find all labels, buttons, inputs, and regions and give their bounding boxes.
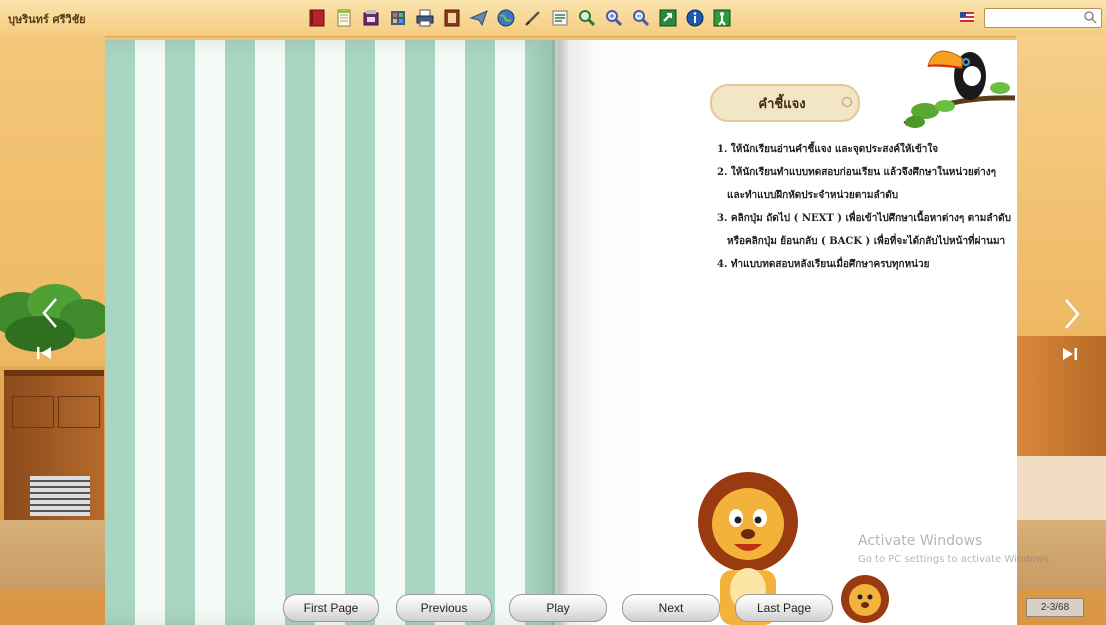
- instruction-line: 2. ให้นักเรียนทำแบบทดสอบก่อนเรียน แล้วจึ…: [717, 167, 997, 178]
- globe-icon[interactable]: [494, 6, 518, 30]
- drawer: [12, 396, 54, 428]
- us-flag-icon[interactable]: [960, 12, 974, 22]
- instruction-line: และทำแบบฝึกหัดประจำหน่วยตามลำดับ: [727, 190, 899, 201]
- magnifier-icon[interactable]: [1083, 10, 1097, 24]
- print-icon[interactable]: [413, 6, 437, 30]
- left-page[interactable]: [105, 40, 560, 625]
- drawer: [58, 396, 100, 428]
- zoom-in-icon[interactable]: [602, 6, 626, 30]
- author-name: บุษรินทร์ ศรีวิชัย: [8, 13, 86, 26]
- next-button[interactable]: Next: [622, 594, 720, 622]
- book-spine: [552, 40, 568, 625]
- skip-to-first-icon[interactable]: [36, 346, 52, 360]
- previous-button[interactable]: Previous: [396, 594, 492, 622]
- toolbar-icons: [305, 6, 734, 30]
- title-badge: คำชี้แจง: [710, 84, 860, 122]
- bookmark-icon[interactable]: [386, 6, 410, 30]
- first-page-button[interactable]: First Page: [283, 594, 379, 622]
- chevron-right-icon[interactable]: [1060, 296, 1084, 332]
- search-input[interactable]: [984, 8, 1102, 28]
- instruction-line: หรือคลิกปุ่ม ย้อนกลับ ( BACK ) เพื่อที่จ…: [727, 236, 1006, 247]
- note-icon[interactable]: [332, 6, 356, 30]
- small-lion-icon: [841, 575, 889, 623]
- info-icon[interactable]: [683, 6, 707, 30]
- book-icon[interactable]: [305, 6, 329, 30]
- text-icon[interactable]: [548, 6, 572, 30]
- page-title: คำชี้แจง: [758, 97, 806, 112]
- exit-icon[interactable]: [710, 6, 734, 30]
- instruction-line: 1. ให้นักเรียนอ่านคำชี้แจง และจุดประสงค์…: [717, 144, 939, 155]
- table-of-contents-icon[interactable]: [440, 6, 464, 30]
- fullscreen-icon[interactable]: [656, 6, 680, 30]
- pen-icon[interactable]: [521, 6, 545, 30]
- wall: [1016, 36, 1106, 336]
- shop-icon[interactable]: [359, 6, 383, 30]
- top-toolbar: บุษรินทร์ ศรีวิชัย: [0, 0, 1106, 37]
- activate-windows-subtitle: Go to PC settings to activate Windows.: [858, 554, 1053, 565]
- instruction-line: 3. คลิกปุ่ม ถัดไป ( NEXT ) เพื่อเข้าไปศึ…: [717, 213, 1011, 224]
- wood-panel: [1016, 336, 1106, 456]
- chevron-left-icon[interactable]: [38, 295, 62, 331]
- skip-to-last-icon[interactable]: [1062, 347, 1078, 361]
- last-page-button[interactable]: Last Page: [735, 594, 833, 622]
- circle-icon: [842, 97, 852, 107]
- send-icon[interactable]: [467, 6, 491, 30]
- activate-windows-title: Activate Windows: [858, 533, 983, 549]
- zoom-out-icon[interactable]: [629, 6, 653, 30]
- play-button[interactable]: Play: [509, 594, 607, 622]
- instructions: 1. ให้นักเรียนอ่านคำชี้แจง และจุดประสงค์…: [717, 138, 1017, 276]
- toucan-illustration: [903, 50, 1016, 128]
- instruction-line: 4. ทำแบบทดสอบหลังเรียนเมื่อศึกษาครบทุกหน…: [717, 259, 930, 270]
- search-icon[interactable]: [575, 6, 599, 30]
- page-indicator[interactable]: 2-3/68: [1026, 598, 1084, 617]
- stacked-books: [30, 476, 90, 516]
